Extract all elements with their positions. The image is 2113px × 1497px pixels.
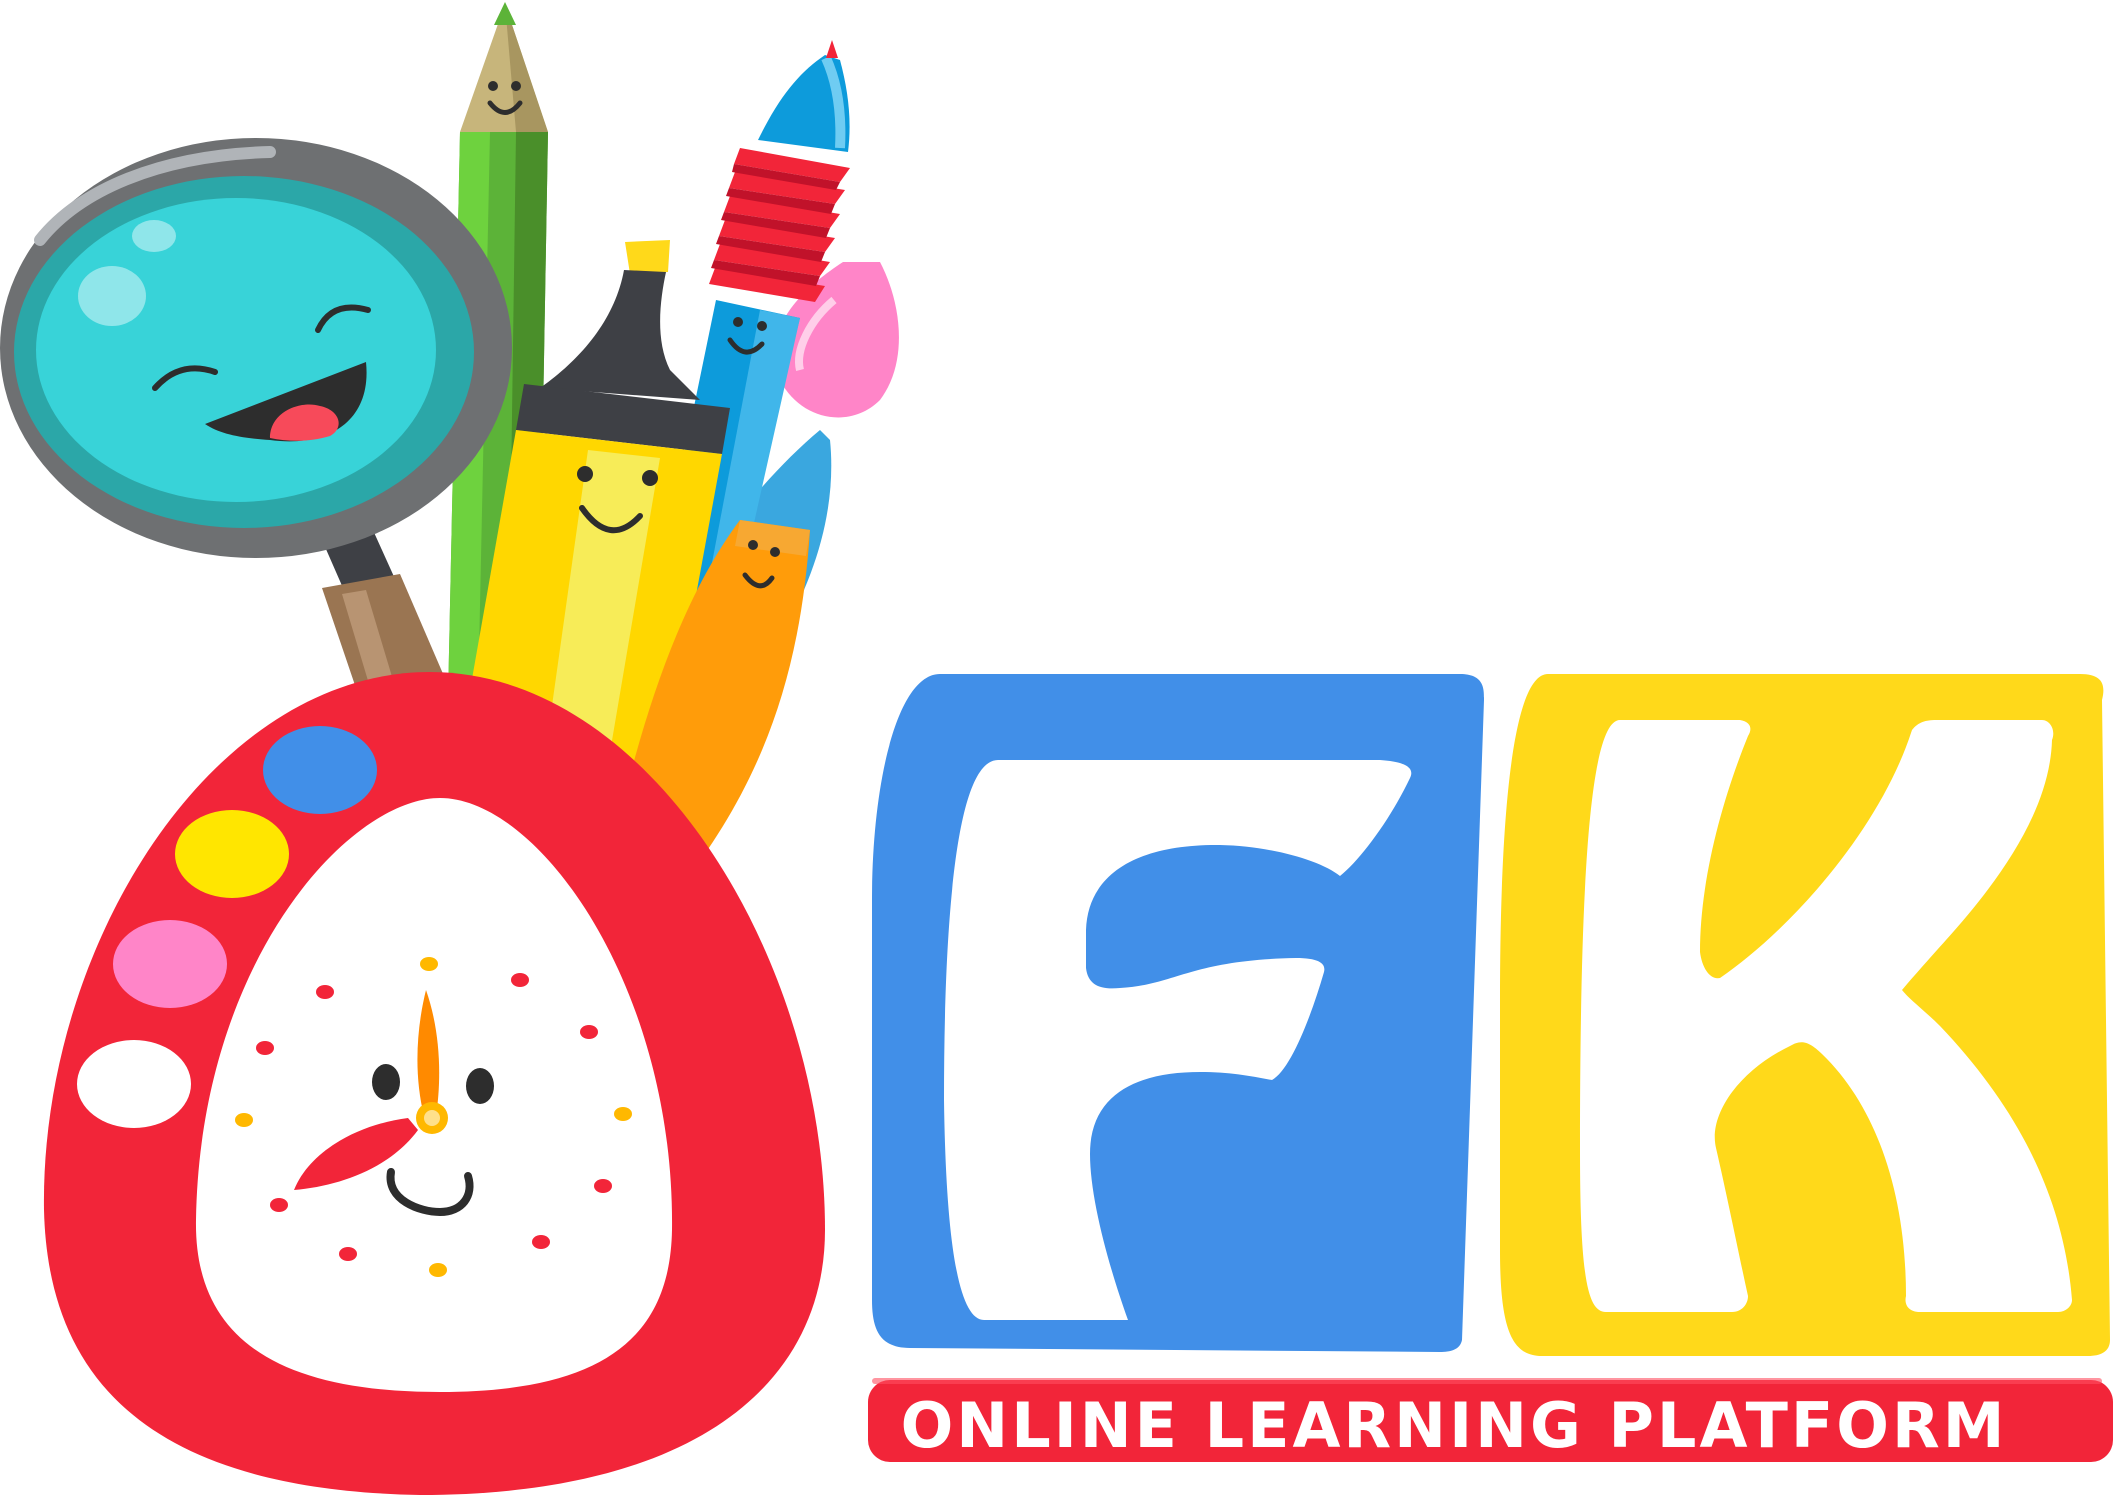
- brand-logo: ONLINE LEARNING PLATFORM: [0, 2, 2113, 1495]
- tagline-text: ONLINE LEARNING PLATFORM: [901, 1389, 2008, 1462]
- tagline-banner: ONLINE LEARNING PLATFORM: [868, 1378, 2113, 1462]
- magnifying-glass-icon: [0, 138, 512, 700]
- letter-f-tile: [872, 674, 1485, 1352]
- letter-k-tile: [1500, 674, 2110, 1356]
